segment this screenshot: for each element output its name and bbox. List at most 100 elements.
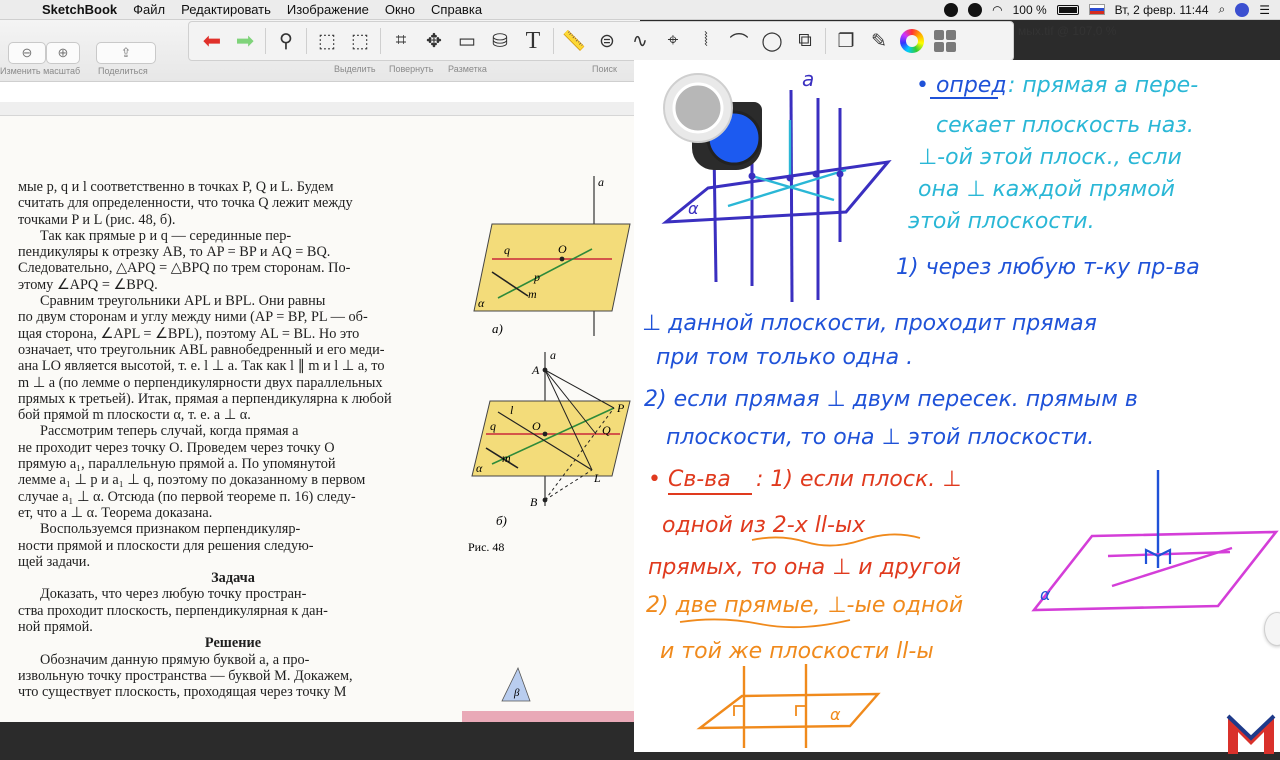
book-text-line: ности прямой и плоскости для решения сле… xyxy=(18,537,314,554)
book-text-line: пендикуляры к отрезку AB, то AP = BP и A… xyxy=(18,244,331,261)
fig-next-label-beta: β xyxy=(513,687,520,699)
sketchbook-toolbar: ⬅ ➡ ⚲ ⬚ ⬚ ⌗ ✥ ▭ ⛁ T 📏 ⊜ ∿ ⌖ ⦚ ⌒ ◯ ⧉ ❐ ✎ xyxy=(188,21,1014,61)
props-line-2: одной из 2-х ll-ых xyxy=(662,513,866,538)
fig-title: Рис. 48 xyxy=(468,540,504,554)
book-text-line: означает, что треугольник ABL равнобедре… xyxy=(18,341,385,358)
ellipse-icon[interactable]: ◯ xyxy=(757,26,787,56)
color-wheel-icon[interactable] xyxy=(897,26,927,56)
figure-48: a q O p m α а) a A l q O P Q L m α B б) … xyxy=(462,176,640,722)
book-page: мые p, q и l соответственно в точках P, … xyxy=(0,116,640,722)
menu-file[interactable]: Файл xyxy=(125,2,173,17)
book-text-line: Обозначим данную прямую буквой a, а про- xyxy=(40,651,310,668)
battery-icon[interactable] xyxy=(1056,4,1079,15)
zoom-out-button[interactable]: ⊖ xyxy=(8,42,46,64)
french-curve-icon[interactable]: ∿ xyxy=(625,26,655,56)
ruler-icon[interactable]: 📏 xyxy=(559,26,589,56)
perspective-icon[interactable]: ⌖ xyxy=(658,26,688,56)
document-title: мых.tif @ 107,0 % xyxy=(1018,24,1117,38)
markup-label: Разметка xyxy=(448,64,487,74)
fig-b-label-A: A xyxy=(531,363,540,377)
menu-image[interactable]: Изображение xyxy=(279,2,377,17)
notification-center-icon[interactable]: ☰ xyxy=(1259,3,1270,17)
status-check-icon[interactable] xyxy=(944,2,959,17)
clock[interactable]: Вт, 2 февр. 11:44 xyxy=(1115,3,1209,17)
book-text-line: Сравним треугольники APL и BPL. Они равн… xyxy=(40,293,326,310)
toolbar-separator xyxy=(306,28,307,54)
book-text-line: щая сторона, ∠APL = ∠BPL), поэтому AL = … xyxy=(18,325,360,342)
siri-icon[interactable] xyxy=(1235,2,1250,17)
sketch2-plane xyxy=(1031,530,1279,612)
props-title: • Св-ва xyxy=(648,467,731,492)
book-text-line: этому ∠APQ = ∠BPQ. xyxy=(18,276,158,293)
prop1-line-3: при том только одна . xyxy=(656,345,913,370)
symmetry-icon[interactable]: ⦚ xyxy=(691,26,721,56)
book-text-line: m ⊥ a (по лемме о перпендикулярности дву… xyxy=(18,374,383,391)
book-text-line: случае a₁ ⊥ α. Отсюда (по первой теореме… xyxy=(18,488,356,505)
fig-b-caption: б) xyxy=(496,513,507,528)
fig-b-label-P: P xyxy=(616,401,625,415)
zoom-tool-icon[interactable]: ⚲ xyxy=(271,26,301,56)
fig-b-label-a: a xyxy=(550,348,556,362)
transform-icon[interactable]: ✥ xyxy=(419,26,449,56)
input-language-flag-icon[interactable] xyxy=(1088,4,1105,15)
menu-help[interactable]: Справка xyxy=(423,2,490,17)
text-tool-icon[interactable]: T xyxy=(518,26,548,56)
menu-edit[interactable]: Редактировать xyxy=(173,2,279,17)
menu-window[interactable]: Окно xyxy=(377,2,423,17)
prop2-line-2: плоскости, то она ⊥ этой плоскости. xyxy=(666,425,1094,450)
select-plus-icon[interactable]: ⬚ xyxy=(345,26,375,56)
book-text-line: лемме a₁ ⊥ p и a₁ ⊥ q, поэтому по доказа… xyxy=(18,472,366,489)
palette-grid-icon[interactable] xyxy=(930,26,960,56)
wifi-icon[interactable]: ◠ xyxy=(992,3,1002,17)
menu-app[interactable]: SketchBook xyxy=(34,2,125,17)
layers-icon[interactable]: ❐ xyxy=(831,26,861,56)
book-text-line: Так как прямые p и q — серединные пер- xyxy=(40,227,292,244)
select-label: Выделить xyxy=(334,64,376,74)
fig-b-point-O xyxy=(542,431,548,437)
share-icon: ⇪ xyxy=(120,45,132,60)
shapes-icon[interactable]: ⧉ xyxy=(790,26,820,56)
brushes-icon[interactable]: ✎ xyxy=(864,26,894,56)
book-text-line: бой прямой m плоскости α, т. е. a ⊥ α. xyxy=(18,407,251,424)
zoom-label: Изменить масштаб xyxy=(0,66,81,76)
bucket-icon[interactable]: ⛁ xyxy=(485,26,515,56)
book-text-line: щей задачи. xyxy=(18,553,91,570)
sketch1-dot-4 xyxy=(836,170,844,178)
sketch3-right-angle-2 xyxy=(795,705,806,716)
zoom-in-button[interactable]: ⊕ xyxy=(46,42,80,64)
fig-b-label-B: B xyxy=(530,495,538,509)
props2-line-2: и той же плоскости ll-ы xyxy=(660,639,934,664)
crop-icon[interactable]: ⌗ xyxy=(386,26,416,56)
spotlight-search-icon[interactable]: ⌕ xyxy=(1219,2,1226,17)
select-tool-icon[interactable]: ⬚ xyxy=(312,26,342,56)
book-text-line: точками P и L (рис. 48, б). xyxy=(18,211,176,228)
book-text-line: по двум сторонам и углу между ними (AP =… xyxy=(18,309,368,326)
fig-b-point-B xyxy=(542,497,548,503)
share-button[interactable]: ⇪ xyxy=(96,42,156,64)
watermark-logo xyxy=(1226,714,1276,754)
prop1-line-1: 1) через любую т-ку пр-ва xyxy=(896,255,1200,280)
color-puck[interactable] xyxy=(662,72,770,172)
book-text-line: ной прямой. xyxy=(18,619,93,636)
def-line-5: этой плоскости. xyxy=(908,209,1095,234)
redo-icon[interactable]: ➡ xyxy=(230,26,260,56)
stroke-curve-icon[interactable]: ⌒ xyxy=(724,26,754,56)
fig-a-label-p: p xyxy=(533,270,540,284)
fig-a-label-O: O xyxy=(558,242,567,256)
book-text-line: мые p, q и l соответственно в точках P, … xyxy=(18,179,334,195)
prop1-line-2: ⊥ данной плоскости, проходит прямая xyxy=(642,311,1097,336)
book-text-line: Решение xyxy=(204,635,262,652)
sketch1-dot-3 xyxy=(812,170,820,178)
ellipse-guide-icon[interactable]: ⊜ xyxy=(592,26,622,56)
toolbar-separator xyxy=(553,28,554,54)
status-p-icon[interactable] xyxy=(968,2,983,17)
prop2-line-1: 2) если прямая ⊥ двум пересек. прямым в xyxy=(644,387,1138,412)
fig-b-label-m: m xyxy=(502,451,511,465)
undo-icon[interactable]: ⬅ xyxy=(197,26,227,56)
toolbar-separator xyxy=(265,28,266,54)
sketch2-label-alpha: α xyxy=(1040,585,1051,604)
sketch1-label-a: a xyxy=(802,67,814,91)
sketch3-right-angle-1 xyxy=(733,705,744,716)
sketch1-dot-2 xyxy=(786,174,794,182)
distort-icon[interactable]: ▭ xyxy=(452,26,482,56)
